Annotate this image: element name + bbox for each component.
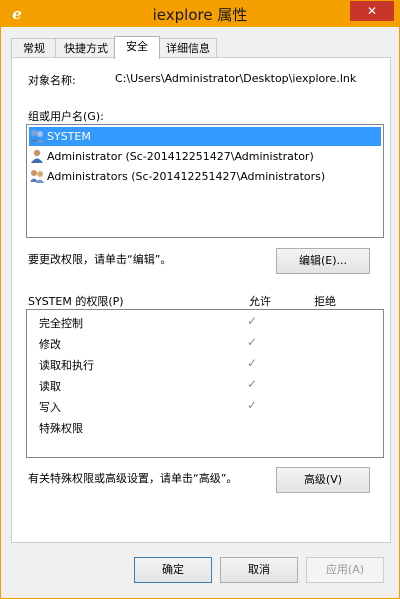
groups-listbox[interactable]: SYSTEM Administrator (Sc-201412251427\Ad… [26, 124, 384, 238]
window-title: iexplore 属性 [152, 6, 248, 24]
advanced-hint: 有关特殊权限或高级设置，请单击“高级”。 [28, 472, 238, 485]
permission-special: 特殊权限 [39, 422, 83, 435]
groups-label: 组或用户名(G): [28, 110, 104, 123]
permission-modify: 修改 [39, 338, 61, 351]
properties-dialog: e iexplore 属性 ✕ 常规 快捷方式 安全 详细信息 对象名称: C:… [0, 0, 400, 599]
cancel-button[interactable]: 取消 [220, 557, 298, 583]
permissions-title: SYSTEM 的权限(P) [28, 295, 124, 308]
user-icon [29, 148, 45, 164]
list-item-system[interactable]: SYSTEM [29, 127, 381, 146]
list-item-label: SYSTEM [47, 130, 91, 143]
tab-details[interactable]: 详细信息 [159, 38, 217, 58]
list-item-label: Administrator (Sc-201412251427\Administr… [47, 150, 314, 163]
list-item-administrators[interactable]: Administrators (Sc-201412251427\Administ… [29, 167, 381, 186]
close-button[interactable]: ✕ [350, 1, 394, 21]
allow-column-header: 允许 [249, 295, 271, 308]
group-users-icon [29, 128, 45, 144]
tab-security[interactable]: 安全 [114, 36, 160, 59]
advanced-button[interactable]: 高级(V) [276, 467, 370, 493]
permission-write: 写入 [39, 401, 61, 414]
object-name-label: 对象名称: [28, 74, 76, 87]
edit-button[interactable]: 编辑(E)... [276, 248, 370, 274]
check-icon: ✓ [246, 314, 258, 328]
ok-button[interactable]: 确定 [134, 557, 212, 583]
check-icon: ✓ [246, 356, 258, 370]
permissions-list[interactable]: 完全控制 ✓ 修改 ✓ 读取和执行 ✓ 读取 ✓ 写入 ✓ 特殊权限 [26, 309, 384, 458]
check-icon: ✓ [246, 398, 258, 412]
tab-general[interactable]: 常规 [11, 38, 57, 58]
security-panel: 对象名称: C:\Users\Administrator\Desktop\iex… [11, 57, 391, 543]
object-name-value: C:\Users\Administrator\Desktop\iexplore.… [115, 72, 357, 85]
permission-full-control: 完全控制 [39, 317, 83, 330]
edit-hint: 要更改权限，请单击“编辑”。 [28, 253, 172, 266]
group-users-icon [29, 168, 45, 184]
tab-shortcut[interactable]: 快捷方式 [55, 38, 117, 58]
list-item-administrator[interactable]: Administrator (Sc-201412251427\Administr… [29, 147, 381, 166]
check-icon: ✓ [246, 377, 258, 391]
check-icon: ✓ [246, 335, 258, 349]
permission-read: 读取 [39, 380, 61, 393]
title-bar[interactable]: e iexplore 属性 ✕ [1, 1, 399, 27]
permission-read-execute: 读取和执行 [39, 359, 94, 372]
list-item-label: Administrators (Sc-201412251427\Administ… [47, 170, 326, 183]
apply-button[interactable]: 应用(A) [306, 557, 384, 583]
deny-column-header: 拒绝 [314, 295, 336, 308]
